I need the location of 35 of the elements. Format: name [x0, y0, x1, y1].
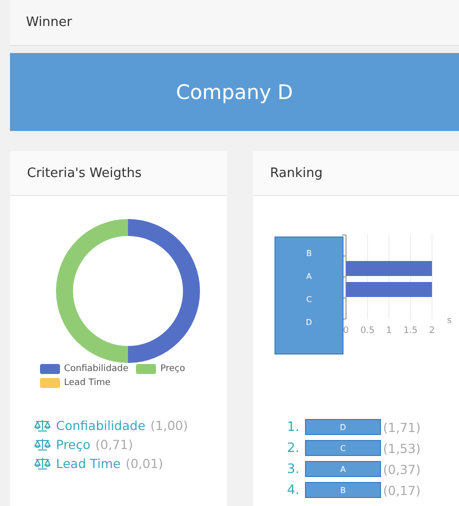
card-title: Winner — [26, 15, 72, 30]
rank-number: 4. — [287, 482, 300, 498]
criterion-weight: (1,00) — [150, 418, 188, 433]
ranking-label: A — [305, 461, 381, 477]
ranking-score: (0,37) — [383, 462, 421, 476]
ranking-score: (0,17) — [383, 482, 421, 498]
legend-label[interactable]: Confiabilidade — [64, 364, 128, 374]
tick-label: 1.5 — [403, 326, 418, 336]
winner-name: Company D — [176, 80, 293, 104]
ranking-label: D — [305, 419, 381, 435]
category-label: B — [306, 249, 312, 258]
ranking-score: (1,71) — [383, 420, 421, 434]
scale-icon — [34, 419, 51, 432]
scale-icon — [34, 438, 51, 451]
tick-label: 1 — [386, 326, 392, 336]
card-title: Ranking — [270, 166, 323, 180]
ranking-label: C — [305, 440, 381, 456]
criterion-weight: (0,71) — [95, 437, 133, 452]
rank-number: 1. — [287, 420, 300, 434]
category-label: A — [306, 272, 312, 281]
ranking-score: (1,53) — [383, 440, 421, 456]
ranking-label: B — [305, 482, 381, 498]
rank-number: 3. — [287, 462, 300, 476]
scale-icon — [34, 457, 51, 470]
rank-number: 2. — [287, 440, 300, 456]
card-title: Criteria's Weigths — [27, 166, 142, 180]
tick-label: 2 — [429, 326, 435, 336]
criterion-weight: (0,01) — [126, 456, 164, 471]
axis-label: s — [447, 316, 452, 326]
category-label: C — [306, 295, 312, 304]
tick-label: 0.5 — [360, 326, 375, 336]
category-label: D — [306, 318, 312, 327]
legend-label[interactable]: Preço — [160, 364, 186, 374]
legend-label[interactable]: Lead Time — [64, 378, 111, 388]
tick-label: 0 — [343, 326, 349, 336]
